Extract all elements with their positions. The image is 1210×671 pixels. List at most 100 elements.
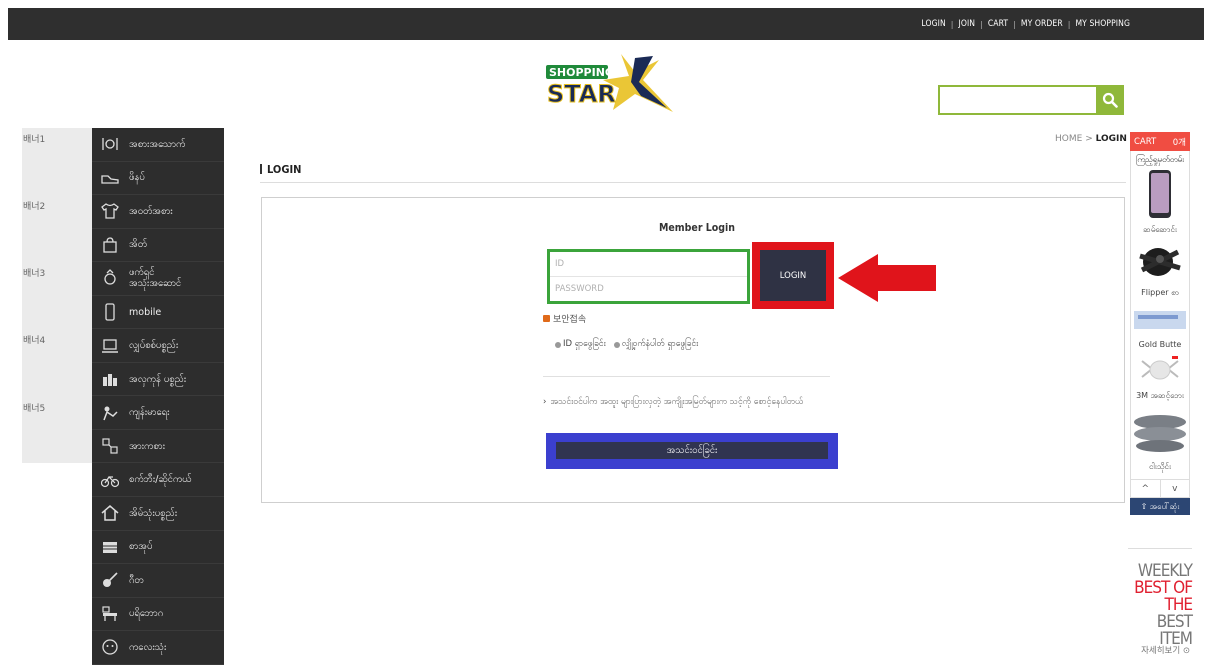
- back-to-top-button[interactable]: ⇧ အပေါ်ဆုံး: [1130, 498, 1190, 515]
- book-icon: [101, 538, 119, 556]
- title-divider: [260, 182, 1126, 183]
- login-link[interactable]: LOGIN: [921, 19, 945, 29]
- accessory-icon: [101, 269, 119, 287]
- join-notice: အသင်းဝင်ပါက အထူး များပြားလှတဲ့ အကျိုးအမြ…: [543, 396, 823, 408]
- category-label: ဖက်ရှင် အသုံးအဆောင်: [129, 267, 182, 290]
- pager-down-button[interactable]: v: [1159, 480, 1190, 497]
- category-label: ကျန်းမာရေး: [129, 407, 170, 419]
- category-item[interactable]: ကလေးသုံး: [92, 631, 224, 665]
- category-item[interactable]: mobile: [92, 296, 224, 330]
- banner-4[interactable]: 배너4: [23, 333, 45, 346]
- right-sidebar: CART 0개 ကြည့်ရှုမှတ်တမ်း ဆမ်ဆောင်း Flipp…: [1130, 132, 1190, 515]
- bicycle-icon: [101, 471, 119, 489]
- category-item[interactable]: အိတ်: [92, 229, 224, 263]
- cart-count: 0개: [1172, 137, 1186, 148]
- product-name: ဆမ်ဆောင်း: [1143, 225, 1177, 234]
- category-label: အားကစား: [129, 440, 165, 452]
- fish-product-image: [1134, 415, 1186, 452]
- bag-icon: [101, 236, 119, 254]
- login-divider: [543, 376, 830, 377]
- product-name: Gold Butte: [1138, 340, 1182, 349]
- join-link[interactable]: JOIN: [958, 19, 975, 29]
- category-item[interactable]: ဂီတ: [92, 564, 224, 598]
- cart-header[interactable]: CART 0개: [1130, 132, 1190, 151]
- shirt-icon: [101, 202, 119, 220]
- weekly-line-3: BEST ITEM: [1156, 612, 1193, 649]
- join-button-highlight: အသင်းဝင်ခြင်း: [546, 433, 838, 469]
- category-item[interactable]: အစားအသောက်: [92, 128, 224, 162]
- recently-viewed-list: ဆမ်ဆောင်း Flipper စာ Gold Butte 3M အဆင့်…: [1130, 169, 1190, 480]
- category-item[interactable]: စက်ဘီး/ဆိုင်ကယ်: [92, 463, 224, 498]
- banner-3[interactable]: 배너3: [23, 266, 45, 279]
- find-id-link[interactable]: ID ရှာဖွေခြင်း: [563, 339, 606, 351]
- viewed-product[interactable]: ငါးသိုင်း: [1131, 408, 1189, 479]
- password-field[interactable]: [555, 283, 747, 294]
- banner-1[interactable]: 배너1: [23, 132, 45, 145]
- find-password-link[interactable]: လျှို့ဝှက်နံပါတ် ရှာဖွေခြင်း: [622, 339, 699, 351]
- search-button[interactable]: [1096, 85, 1124, 115]
- category-label: mobile: [129, 306, 162, 318]
- join-button[interactable]: အသင်းဝင်ခြင်း: [556, 442, 828, 459]
- health-icon: [101, 404, 119, 422]
- category-label: ကလေးသုံး: [129, 641, 167, 653]
- category-label: အလှကုန် ပစ္စည်း: [129, 373, 187, 385]
- cosmetics-icon: [101, 370, 119, 388]
- site-logo[interactable]: SHOPPING STAR: [543, 52, 681, 114]
- category-item[interactable]: အိမ်သုံးပစ္စည်း: [92, 497, 224, 531]
- my-shopping-link[interactable]: MY SHOPPING: [1075, 19, 1130, 29]
- category-item[interactable]: ပရိဘောဂ: [92, 598, 224, 632]
- furniture-icon: [101, 605, 119, 623]
- viewed-product[interactable]: ဆမ်ဆောင်း: [1131, 169, 1189, 242]
- viewed-product[interactable]: 3M အဆင့်ဘေး: [1131, 355, 1189, 408]
- dining-icon: [101, 135, 119, 153]
- id-field[interactable]: [555, 259, 747, 269]
- weekly-best-banner[interactable]: WEEKLY BEST OF THE BEST ITEM 자세히보기 ⊙: [1128, 548, 1193, 658]
- pager-up-button[interactable]: ^: [1131, 480, 1160, 497]
- phone-product-image: [1149, 170, 1171, 218]
- category-label: အဝတ်အစား: [129, 205, 173, 217]
- arrow-left-icon: [838, 254, 936, 302]
- search-input[interactable]: [938, 85, 1096, 115]
- member-login-heading: Member Login: [659, 222, 736, 234]
- banner-5[interactable]: 배너5: [23, 401, 45, 414]
- cart-link[interactable]: CART: [988, 19, 1008, 29]
- category-item[interactable]: အားကစား: [92, 430, 224, 464]
- breadcrumb-home[interactable]: HOME: [1055, 134, 1082, 144]
- banner-column: 배너1 배너2 배너3 배너4 배너5: [22, 128, 92, 463]
- secure-login-label: 보안접속: [553, 315, 587, 325]
- category-label: ဖိနပ်: [129, 172, 145, 184]
- search-bar: [938, 85, 1124, 115]
- view-more-link[interactable]: 자세히보기 ⊙: [1141, 644, 1190, 656]
- category-label: စာအုပ်: [129, 541, 153, 553]
- logo-line2: STAR: [547, 80, 616, 108]
- home-icon: [101, 504, 119, 522]
- login-button[interactable]: LOGIN: [760, 250, 826, 301]
- category-item[interactable]: စာအုပ်: [92, 531, 224, 565]
- banner-2[interactable]: 배너2: [23, 199, 45, 212]
- category-item[interactable]: ဖိနပ်: [92, 162, 224, 196]
- viewed-product[interactable]: Gold Butte: [1131, 305, 1189, 355]
- breadcrumb: HOME > LOGIN: [1055, 134, 1127, 144]
- circle-arrow-icon: ⊙: [1182, 646, 1190, 656]
- weekly-line-2: BEST OF THE: [1134, 578, 1193, 615]
- credentials-box: [547, 249, 750, 304]
- category-item[interactable]: ဖက်ရှင် အသုံးအဆောင်: [92, 262, 224, 296]
- mask-product-image: [1141, 356, 1179, 380]
- flipper-product-image: [1139, 248, 1181, 276]
- category-item[interactable]: ကျန်းမာရေး: [92, 396, 224, 430]
- secure-login[interactable]: 보안접속: [543, 312, 586, 325]
- category-label: အစားအသောက်: [129, 138, 186, 150]
- breadcrumb-current: LOGIN: [1095, 134, 1127, 144]
- category-item[interactable]: အဝတ်အစား: [92, 195, 224, 229]
- category-item[interactable]: လျှပ်စစ်ပစ္စည်း: [92, 329, 224, 363]
- category-item[interactable]: အလှကုန် ပစ္စည်း: [92, 363, 224, 397]
- category-label: ပရိဘောဂ: [129, 608, 164, 620]
- gold-butter-product-image: [1134, 311, 1186, 329]
- viewed-product[interactable]: Flipper စာ: [1131, 242, 1189, 305]
- cart-label: CART: [1134, 136, 1157, 147]
- guitar-icon: [101, 571, 119, 589]
- product-name: ငါးသိုင်း: [1148, 462, 1172, 471]
- category-label: အိတ်: [129, 239, 147, 251]
- my-order-link[interactable]: MY ORDER: [1021, 19, 1063, 29]
- baby-icon: [101, 638, 119, 656]
